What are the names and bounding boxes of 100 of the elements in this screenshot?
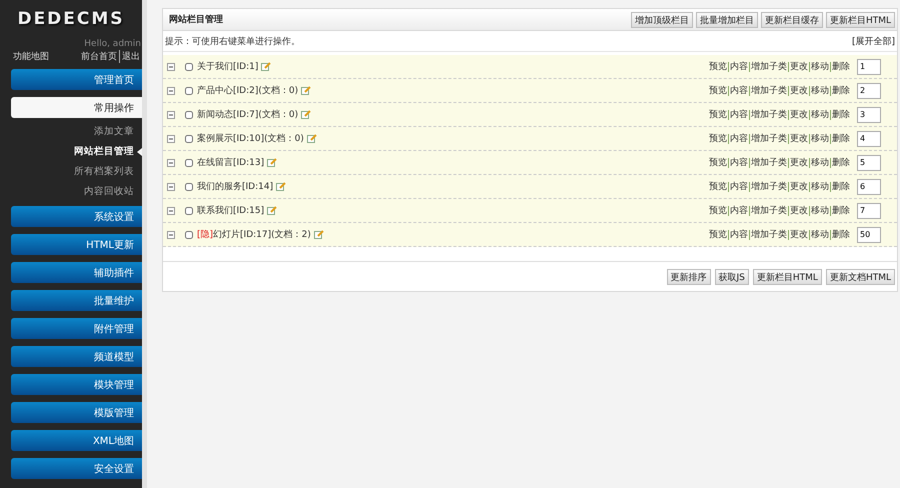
order-field[interactable]: 1	[857, 58, 881, 74]
action-link[interactable]: 移动	[809, 158, 830, 168]
action-link[interactable]: 预览	[708, 230, 728, 240]
order-field[interactable]: 6	[857, 178, 881, 194]
action-link[interactable]: 内容	[728, 206, 749, 216]
top-link[interactable]: 退出	[119, 50, 142, 63]
category-name[interactable]: 产品中心[ID:2](文档：0)	[197, 84, 298, 97]
action-link[interactable]: 移动	[809, 230, 830, 240]
action-link[interactable]: 预览	[708, 182, 728, 192]
action-link[interactable]: 删除	[830, 182, 851, 192]
category-name[interactable]: 联系我们[ID:15]	[197, 204, 264, 217]
category-name[interactable]: 关于我们[ID:1]	[197, 60, 258, 73]
submenu-item[interactable]: 所有档案列表	[0, 162, 142, 182]
action-link[interactable]: 删除	[830, 86, 851, 96]
order-field[interactable]: 2	[857, 82, 881, 98]
action-link[interactable]: 删除	[830, 158, 851, 168]
order-field[interactable]: 4	[857, 130, 881, 146]
action-link[interactable]: 更改	[788, 86, 809, 96]
action-link[interactable]: 预览	[708, 134, 728, 144]
footer-button[interactable]: 获取JS	[714, 269, 749, 285]
submenu-item[interactable]: 网站栏目管理	[0, 142, 142, 162]
action-link[interactable]: 增加子类	[749, 206, 788, 216]
category-name[interactable]: 新闻动态[ID:7](文档：0)	[197, 108, 298, 121]
action-link[interactable]: 更改	[788, 182, 809, 192]
action-link[interactable]: 删除	[830, 110, 851, 120]
menu-button[interactable]: 管理首页	[11, 69, 142, 90]
action-link[interactable]: 更改	[788, 110, 809, 120]
action-link[interactable]: 增加子类	[749, 158, 788, 168]
order-field[interactable]: 50	[857, 226, 881, 242]
edit-icon[interactable]	[314, 230, 324, 239]
row-checkbox[interactable]	[185, 230, 193, 238]
action-link[interactable]: 删除	[830, 134, 851, 144]
row-checkbox[interactable]	[185, 158, 193, 166]
action-link[interactable]: 内容	[728, 182, 749, 192]
action-link[interactable]: 内容	[728, 134, 749, 144]
row-checkbox[interactable]	[185, 62, 193, 70]
action-link[interactable]: 预览	[708, 86, 728, 96]
menu-button[interactable]: 模版管理	[11, 402, 142, 423]
expand-icon[interactable]	[167, 62, 175, 70]
top-link[interactable]: 前台首页	[79, 50, 119, 63]
order-field[interactable]: 3	[857, 106, 881, 122]
action-link[interactable]: 删除	[830, 62, 851, 72]
action-link[interactable]: 移动	[809, 206, 830, 216]
submenu-item[interactable]: 添加文章	[0, 122, 142, 142]
edit-icon[interactable]	[301, 110, 312, 119]
toolbar-button[interactable]: 更新栏目缓存	[760, 12, 823, 28]
action-link[interactable]: 移动	[809, 134, 830, 144]
menu-button[interactable]: HTML更新	[11, 234, 142, 255]
edit-icon[interactable]	[267, 206, 278, 215]
action-link[interactable]: 内容	[728, 158, 749, 168]
row-checkbox[interactable]	[185, 110, 193, 118]
row-checkbox[interactable]	[185, 86, 193, 94]
expand-icon[interactable]	[167, 134, 175, 142]
edit-icon[interactable]	[267, 158, 278, 167]
action-link[interactable]: 预览	[708, 206, 728, 216]
submenu-item[interactable]: 内容回收站	[0, 182, 142, 202]
menu-button[interactable]: 安全设置	[11, 458, 142, 479]
row-checkbox[interactable]	[185, 206, 193, 214]
action-link[interactable]: 更改	[788, 134, 809, 144]
category-name[interactable]: 在线留言[ID:13]	[197, 156, 264, 169]
menu-button[interactable]: 频道模型	[11, 346, 142, 367]
footer-button[interactable]: 更新栏目HTML	[752, 269, 822, 285]
menu-button[interactable]: 附件管理	[11, 318, 142, 339]
action-link[interactable]: 更改	[788, 158, 809, 168]
category-name[interactable]: 幻灯片[ID:17](文档：2)	[213, 228, 311, 241]
expand-all-link[interactable]: [展开全部]	[852, 34, 895, 48]
toolbar-button[interactable]: 批量增加栏目	[696, 12, 758, 28]
toolbar-button[interactable]: 增加顶级栏目	[630, 12, 693, 28]
category-name[interactable]: 我们的服务[ID:14]	[197, 180, 274, 193]
action-link[interactable]: 删除	[830, 230, 851, 240]
expand-icon[interactable]	[167, 110, 175, 118]
menu-button[interactable]: 模块管理	[11, 374, 142, 395]
expand-icon[interactable]	[167, 158, 175, 166]
action-link[interactable]: 移动	[809, 182, 830, 192]
expand-icon[interactable]	[167, 206, 175, 214]
action-link[interactable]: 内容	[728, 62, 749, 72]
menu-button[interactable]: 常用操作	[11, 97, 142, 118]
edit-icon[interactable]	[306, 134, 317, 143]
footer-button[interactable]: 更新排序	[666, 269, 711, 285]
footer-button[interactable]: 更新文档HTML	[826, 269, 895, 285]
action-link[interactable]: 增加子类	[749, 134, 788, 144]
menu-button[interactable]: 批量维护	[11, 290, 142, 311]
expand-icon[interactable]	[167, 182, 175, 190]
action-link[interactable]: 内容	[728, 86, 749, 96]
action-link[interactable]: 增加子类	[749, 182, 788, 192]
action-link[interactable]: 增加子类	[749, 62, 788, 72]
category-name[interactable]: 案例展示[ID:10](文档：0)	[197, 132, 304, 145]
row-checkbox[interactable]	[185, 134, 193, 142]
action-link[interactable]: 预览	[708, 158, 728, 168]
action-link[interactable]: 移动	[809, 62, 830, 72]
edit-icon[interactable]	[301, 86, 312, 95]
menu-button[interactable]: 辅助插件	[11, 262, 142, 283]
action-link[interactable]: 更改	[788, 230, 809, 240]
map-link[interactable]: 功能地图	[13, 50, 49, 63]
action-link[interactable]: 增加子类	[749, 86, 788, 96]
action-link[interactable]: 更改	[788, 62, 809, 72]
order-field[interactable]: 5	[857, 154, 881, 170]
action-link[interactable]: 更改	[788, 206, 809, 216]
action-link[interactable]: 内容	[728, 110, 749, 120]
action-link[interactable]: 增加子类	[749, 110, 788, 120]
